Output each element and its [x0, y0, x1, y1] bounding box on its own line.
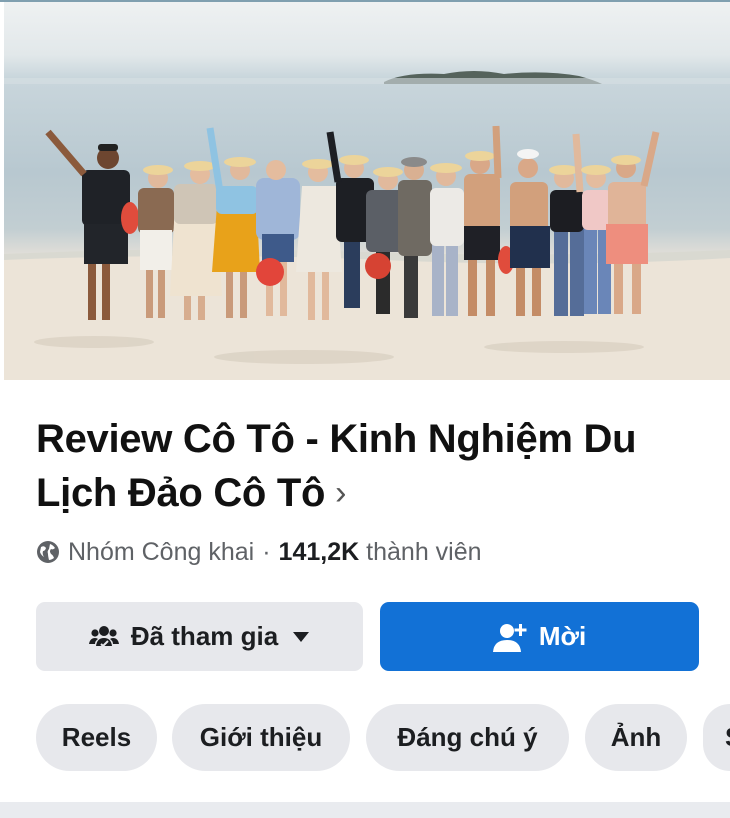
tab-featured[interactable]: Đáng chú ý — [366, 704, 569, 771]
joined-button[interactable]: Đã tham gia — [36, 602, 363, 671]
member-count: 141,2K — [278, 537, 360, 566]
add-person-icon — [492, 623, 527, 652]
group-meta: Nhóm Công khai · 141,2K thành viên — [36, 534, 482, 570]
tab-more[interactable]: S — [703, 704, 730, 771]
invite-label: Mời — [538, 621, 587, 651]
globe-icon — [37, 541, 59, 563]
invite-button[interactable]: Mời — [380, 602, 699, 671]
caret-down-icon — [293, 631, 310, 642]
tab-featured-label: Đáng chú ý — [397, 722, 538, 752]
tab-more-label: S — [725, 722, 730, 753]
tab-about-label: Giới thiệu — [199, 722, 323, 752]
chevron-right-icon[interactable]: › — [335, 466, 346, 520]
beach-group-photo — [4, 71, 730, 380]
tab-photos[interactable]: Ảnh — [585, 704, 687, 771]
group-title[interactable]: Review Cô Tô - Kinh Nghiệm Du Lịch Đảo C… — [36, 412, 716, 520]
section-divider — [0, 802, 730, 818]
tab-reels-label: Reels — [61, 722, 132, 752]
tab-about[interactable]: Giới thiệu — [172, 704, 350, 771]
group-people-icon — [88, 625, 119, 647]
joined-label: Đã tham gia — [130, 621, 279, 651]
tab-reels[interactable]: Reels — [36, 704, 157, 771]
privacy-label: Nhóm Công khai — [68, 537, 255, 566]
tab-photos-label: Ảnh — [610, 722, 662, 752]
group-cover-photo[interactable] — [4, 2, 730, 380]
meta-separator: · — [262, 537, 271, 566]
member-label: thành viên — [366, 537, 482, 566]
